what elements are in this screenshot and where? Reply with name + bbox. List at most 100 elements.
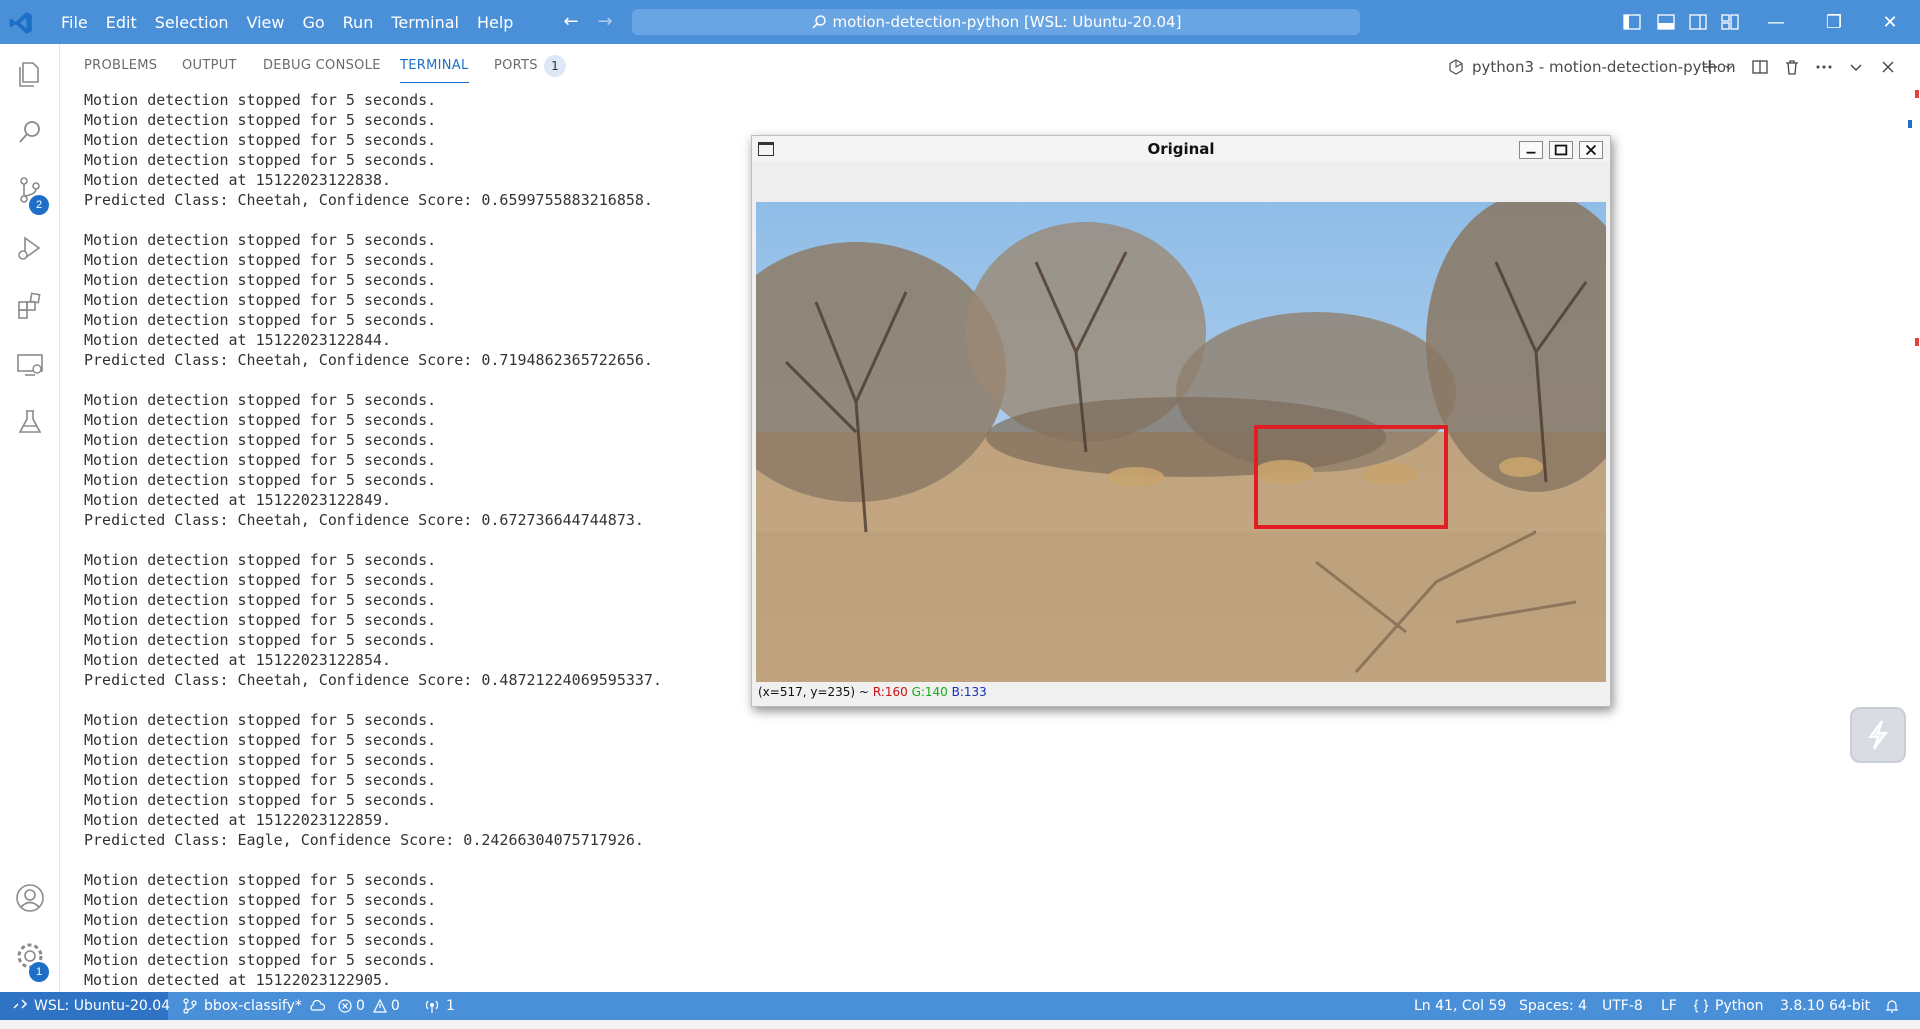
- pixel-b-value: B:133: [951, 685, 987, 699]
- maximize-panel-chevron-icon[interactable]: [1846, 56, 1866, 78]
- error-icon: [338, 999, 352, 1013]
- pixel-g-value: G:140: [911, 685, 948, 699]
- image-window-minimize-button[interactable]: [1519, 141, 1543, 159]
- image-window[interactable]: Original (x=517, y=235) ~ R:160 G:140 B:…: [751, 135, 1611, 707]
- menu-file[interactable]: File: [52, 13, 97, 32]
- remote-name: WSL: Ubuntu-20.04: [34, 998, 171, 1014]
- python-interpreter[interactable]: 3.8.10 64-bit: [1780, 992, 1870, 1020]
- terminal-selector[interactable]: python3 - motion-detection-python: [1446, 56, 1736, 78]
- menu-selection[interactable]: Selection: [146, 13, 238, 32]
- terminal-line: Motion detection stopped for 5 seconds.: [84, 711, 437, 729]
- title-bar: File Edit Selection View Go Run Terminal…: [0, 0, 1920, 44]
- camera-frame-image[interactable]: [756, 202, 1606, 682]
- cursor-position[interactable]: Ln 41, Col 59: [1414, 992, 1506, 1020]
- explorer-icon[interactable]: [12, 56, 48, 92]
- menu-go[interactable]: Go: [293, 13, 333, 32]
- command-center-search[interactable]: motion-detection-python [WSL: Ubuntu-20.…: [632, 9, 1360, 35]
- ports-count: 1: [446, 998, 455, 1014]
- ports-badge: 1: [544, 55, 566, 77]
- testing-icon[interactable]: [12, 404, 48, 440]
- image-window-close-button[interactable]: [1579, 141, 1603, 159]
- menu-bar: File Edit Selection View Go Run Terminal…: [52, 0, 522, 44]
- scrollbar-info-marker: [1908, 120, 1912, 128]
- more-actions-icon[interactable]: [1814, 56, 1834, 78]
- terminal-name: python3 - motion-detection-python: [1472, 58, 1736, 76]
- forward-arrow-icon[interactable]: →: [594, 11, 616, 33]
- branch-indicator[interactable]: bbox-classify*: [182, 992, 326, 1020]
- pixel-readout: (x=517, y=235) ~ R:160 G:140 B:133: [758, 685, 987, 699]
- activity-bar: 2 1: [0, 44, 60, 992]
- terminal-line: Motion detection stopped for 5 seconds.: [84, 871, 437, 889]
- source-control-badge: 2: [29, 195, 49, 215]
- git-branch-icon: [183, 998, 197, 1014]
- language-mode[interactable]: Python: [1693, 992, 1764, 1020]
- restore-window-icon[interactable]: ❐: [1806, 0, 1862, 44]
- remote-explorer-icon[interactable]: [12, 346, 48, 382]
- tab-output[interactable]: OUTPUT: [182, 58, 237, 73]
- terminal-line: Predicted Class: Eagle, Confidence Score…: [84, 831, 644, 849]
- terminal-line: Motion detected at 15122023122859.: [84, 811, 392, 829]
- remote-icon: [13, 999, 28, 1009]
- floating-action-button[interactable]: [1850, 707, 1906, 763]
- terminal-line: Motion detection stopped for 5 seconds.: [84, 791, 437, 809]
- indentation[interactable]: Spaces: 4: [1519, 992, 1587, 1020]
- scrollbar-error-marker: [1915, 338, 1919, 346]
- menu-help[interactable]: Help: [468, 13, 522, 32]
- close-window-icon[interactable]: ✕: [1862, 0, 1918, 44]
- terminal-line: Motion detection stopped for 5 seconds.: [84, 931, 437, 949]
- terminal-dropdown-chevron-icon[interactable]: [1722, 56, 1736, 78]
- terminal-line: Motion detected at 15122023122905.: [84, 971, 392, 989]
- pixel-r-value: R:160: [872, 685, 908, 699]
- accounts-icon[interactable]: [12, 880, 48, 916]
- close-panel-icon[interactable]: [1878, 56, 1898, 78]
- tab-terminal[interactable]: TERMINAL: [400, 58, 469, 83]
- search-text: motion-detection-python [WSL: Ubuntu-20.…: [832, 13, 1182, 31]
- minimize-window-icon[interactable]: —: [1748, 0, 1804, 44]
- terminal-line: Motion detection stopped for 5 seconds.: [84, 891, 437, 909]
- menu-run[interactable]: Run: [334, 13, 383, 32]
- panel-header: PROBLEMS OUTPUT DEBUG CONSOLE TERMINAL P…: [60, 44, 1920, 88]
- tab-debug-console[interactable]: DEBUG CONSOLE: [263, 58, 381, 73]
- vscode-logo-icon: [9, 12, 32, 34]
- extensions-icon[interactable]: [12, 288, 48, 324]
- remote-indicator-label[interactable]: WSL: Ubuntu-20.04: [12, 992, 170, 1020]
- terminal-line: Motion detection stopped for 5 seconds.: [84, 911, 437, 929]
- search-icon[interactable]: [12, 114, 48, 150]
- broadcast-icon: [425, 1000, 439, 1013]
- error-count: 0: [356, 998, 365, 1014]
- warning-icon: [372, 999, 387, 1013]
- terminal-line: Motion detection stopped for 5 seconds.: [84, 111, 437, 129]
- customize-layout-icon[interactable]: [1718, 10, 1742, 34]
- menu-view[interactable]: View: [238, 13, 294, 32]
- back-arrow-icon[interactable]: ←: [560, 11, 582, 33]
- braces-icon: [1693, 999, 1709, 1013]
- menu-terminal[interactable]: Terminal: [382, 13, 468, 32]
- split-terminal-icon[interactable]: [1750, 56, 1770, 78]
- encoding[interactable]: UTF-8: [1602, 992, 1643, 1020]
- scrollbar-error-marker: [1915, 90, 1919, 98]
- image-window-maximize-button[interactable]: [1549, 141, 1573, 159]
- language-name: Python: [1715, 998, 1764, 1014]
- toggle-primary-sidebar-icon[interactable]: [1620, 10, 1644, 34]
- tab-ports[interactable]: PORTS: [494, 58, 538, 73]
- taskbar-strip: [0, 1020, 1920, 1029]
- forwarded-ports-indicator[interactable]: 1: [424, 992, 455, 1020]
- search-icon: [812, 15, 826, 29]
- settings-badge: 1: [29, 962, 49, 982]
- tab-problems[interactable]: PROBLEMS: [84, 58, 157, 73]
- terminal-line: Motion detection stopped for 5 seconds.: [84, 91, 437, 109]
- new-terminal-icon[interactable]: [1700, 56, 1720, 78]
- image-window-title: Original: [1147, 140, 1215, 158]
- toggle-panel-icon[interactable]: [1654, 10, 1678, 34]
- end-of-line[interactable]: LF: [1661, 992, 1677, 1020]
- toggle-secondary-sidebar-icon[interactable]: [1686, 10, 1710, 34]
- notifications-bell-icon[interactable]: [1884, 992, 1900, 1020]
- terminal-line: Motion detection stopped for 5 seconds.: [84, 771, 437, 789]
- problems-indicator[interactable]: 0 0: [338, 992, 400, 1020]
- trash-icon[interactable]: [1782, 56, 1802, 78]
- image-window-titlebar[interactable]: Original: [752, 136, 1610, 162]
- menu-edit[interactable]: Edit: [97, 13, 146, 32]
- terminal-line: Motion detection stopped for 5 seconds.: [84, 951, 437, 969]
- run-debug-icon[interactable]: [12, 230, 48, 266]
